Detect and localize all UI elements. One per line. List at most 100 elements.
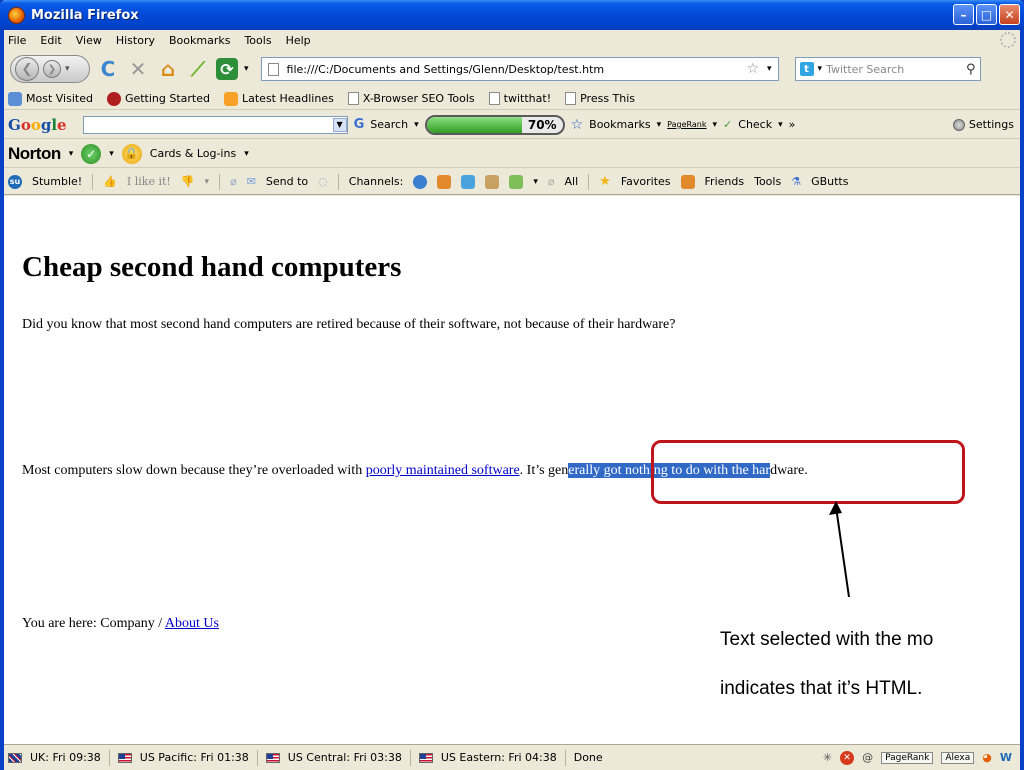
send-to-button[interactable]: Send to: [266, 175, 308, 188]
all-button[interactable]: All: [565, 175, 579, 188]
toolbar-overflow-button[interactable]: »: [789, 118, 796, 131]
minimize-button[interactable]: –: [953, 4, 974, 25]
bookmarks-dropdown-icon[interactable]: ▾: [657, 120, 662, 130]
twitter-icon[interactable]: t: [799, 62, 814, 76]
bookmark-most-visited[interactable]: Most Visited: [8, 91, 93, 106]
gbutts-button[interactable]: GButts: [811, 175, 848, 188]
separator: [564, 749, 566, 766]
breadcrumb: You are here: Company / About Us: [22, 616, 219, 632]
addon-icon[interactable]: ✳: [823, 751, 832, 764]
pagerank-status-button[interactable]: PageRank: [881, 751, 934, 764]
alexa-status-button[interactable]: Alexa: [941, 751, 975, 764]
forward-button[interactable]: ❯: [43, 60, 61, 78]
bookmarks-toolbar: Most Visited Getting Started Latest Head…: [4, 88, 1020, 110]
home-button[interactable]: ⌂: [156, 57, 180, 81]
separator: [409, 749, 411, 766]
thumbs-up-icon[interactable]: 👍: [103, 175, 117, 188]
google-toolbar: Google ▼ G Search ▾ 70% ☆ Bookmarks ▾ Pa…: [4, 111, 1020, 139]
menu-history[interactable]: History: [116, 34, 155, 47]
tools-button[interactable]: Tools: [754, 175, 781, 188]
page-icon: [488, 92, 500, 105]
firefox-ladybug-icon: [106, 91, 121, 106]
menu-edit[interactable]: Edit: [40, 34, 61, 47]
pagerank-dropdown-icon[interactable]: ▾: [713, 120, 718, 130]
norton-dropdown-icon[interactable]: ▾: [69, 149, 74, 159]
channel-photos-icon[interactable]: [461, 174, 476, 189]
window-title: Mozilla Firefox: [31, 7, 139, 23]
bookmark-twitthat[interactable]: twitthat!: [488, 92, 552, 105]
thumbs-down-icon[interactable]: 👎: [181, 175, 195, 188]
cards-logins-button[interactable]: Cards & Log-ins: [150, 147, 236, 160]
annotation-text-line-1: Text selected with the mo: [720, 629, 934, 650]
window-controls: – □ ✕: [953, 4, 1020, 25]
channel-web-icon[interactable]: [413, 174, 428, 189]
firefox-status-icon[interactable]: ◕: [982, 751, 992, 764]
sync-icon[interactable]: ⟳: [216, 58, 238, 80]
reload-button[interactable]: C: [96, 57, 120, 81]
rating-dropdown-icon[interactable]: ▾: [205, 177, 210, 187]
pagerank-label[interactable]: PageRank: [667, 120, 706, 129]
google-search-input[interactable]: ▼: [82, 115, 348, 134]
channels-dropdown-icon[interactable]: ▾: [533, 177, 538, 187]
bookmark-x-browser-seo[interactable]: X-Browser SEO Tools: [347, 92, 475, 105]
comment-icon[interactable]: ◌: [318, 175, 328, 188]
leaf-icon[interactable]: ⟋: [186, 57, 210, 81]
history-dropdown-icon[interactable]: ▾: [65, 64, 70, 74]
channel-people-icon[interactable]: [437, 174, 452, 189]
sync-dropdown-icon[interactable]: ▾: [244, 64, 249, 74]
blocked-icon[interactable]: ✕: [840, 750, 855, 765]
cards-dropdown-icon[interactable]: ▾: [244, 149, 249, 159]
bookmark-star-icon[interactable]: ☆: [746, 61, 759, 77]
stop-button[interactable]: ✕: [126, 57, 150, 81]
menu-bookmarks[interactable]: Bookmarks: [169, 34, 230, 47]
check-dropdown-icon[interactable]: ▾: [778, 120, 783, 130]
channel-news-icon[interactable]: [509, 174, 524, 189]
norton-logo[interactable]: Norton: [8, 144, 61, 164]
page-icon: [347, 92, 359, 105]
annotation-text-line-2: indicates that it’s HTML.: [720, 678, 923, 699]
google-bookmarks-button[interactable]: Bookmarks: [589, 118, 650, 131]
back-button[interactable]: ❮: [15, 57, 39, 81]
favorites-button[interactable]: Favorites: [621, 175, 671, 188]
stumble-button[interactable]: Stumble!: [32, 175, 82, 188]
maximize-button[interactable]: □: [976, 4, 997, 25]
poorly-maintained-software-link[interactable]: poorly maintained software: [366, 463, 520, 478]
google-check-button[interactable]: Check: [738, 118, 772, 131]
friends-button[interactable]: Friends: [705, 175, 745, 188]
bookmark-latest-headlines[interactable]: Latest Headlines: [224, 91, 334, 106]
google-search-dropdown-icon[interactable]: ▾: [414, 120, 419, 130]
google-logo[interactable]: Google: [8, 116, 67, 134]
send-icon: ✉: [246, 175, 256, 188]
page-content: Cheap second hand computers Did you know…: [4, 196, 1020, 744]
bookmark-press-this[interactable]: Press This: [565, 92, 635, 105]
menu-file[interactable]: File: [8, 34, 26, 47]
bookmark-label: Latest Headlines: [242, 92, 334, 105]
norton-safe-check-icon[interactable]: ✓: [81, 143, 102, 164]
google-search-dropdown-icon[interactable]: ▼: [332, 117, 347, 132]
google-settings-button[interactable]: Settings: [952, 118, 1014, 131]
favorites-star-icon: ★: [599, 174, 611, 189]
menu-view[interactable]: View: [76, 34, 102, 47]
tag-icon[interactable]: ⌀: [230, 175, 237, 188]
paragraph-1: Did you know that most second hand compu…: [22, 317, 676, 332]
close-button[interactable]: ✕: [999, 4, 1020, 25]
like-button[interactable]: I like it!: [127, 175, 171, 188]
search-box[interactable]: t ▾ Twitter Search ⚲: [794, 57, 981, 81]
w-status-icon[interactable]: W: [1000, 751, 1012, 764]
channel-video-icon[interactable]: [485, 174, 500, 189]
bookmark-getting-started[interactable]: Getting Started: [106, 91, 210, 106]
menu-help[interactable]: Help: [286, 34, 311, 47]
menu-bar: File Edit View History Bookmarks Tools H…: [4, 30, 1020, 50]
address-bar[interactable]: file:///C:/Documents and Settings/Glenn/…: [260, 57, 779, 81]
menu-tools[interactable]: Tools: [244, 34, 271, 47]
search-engine-dropdown-icon[interactable]: ▾: [818, 64, 823, 74]
url-dropdown-icon[interactable]: ▾: [767, 64, 772, 74]
rss-icon: [224, 91, 238, 106]
bookmark-label: twitthat!: [503, 92, 552, 105]
google-search-button[interactable]: Search: [370, 118, 408, 131]
safe-dropdown-icon[interactable]: ▾: [109, 149, 114, 159]
about-us-link[interactable]: About Us: [165, 616, 219, 631]
search-icon[interactable]: ⚲: [966, 62, 976, 77]
back-forward-group: ❮ ❯ ▾: [10, 55, 90, 83]
at-icon[interactable]: @: [862, 751, 873, 764]
